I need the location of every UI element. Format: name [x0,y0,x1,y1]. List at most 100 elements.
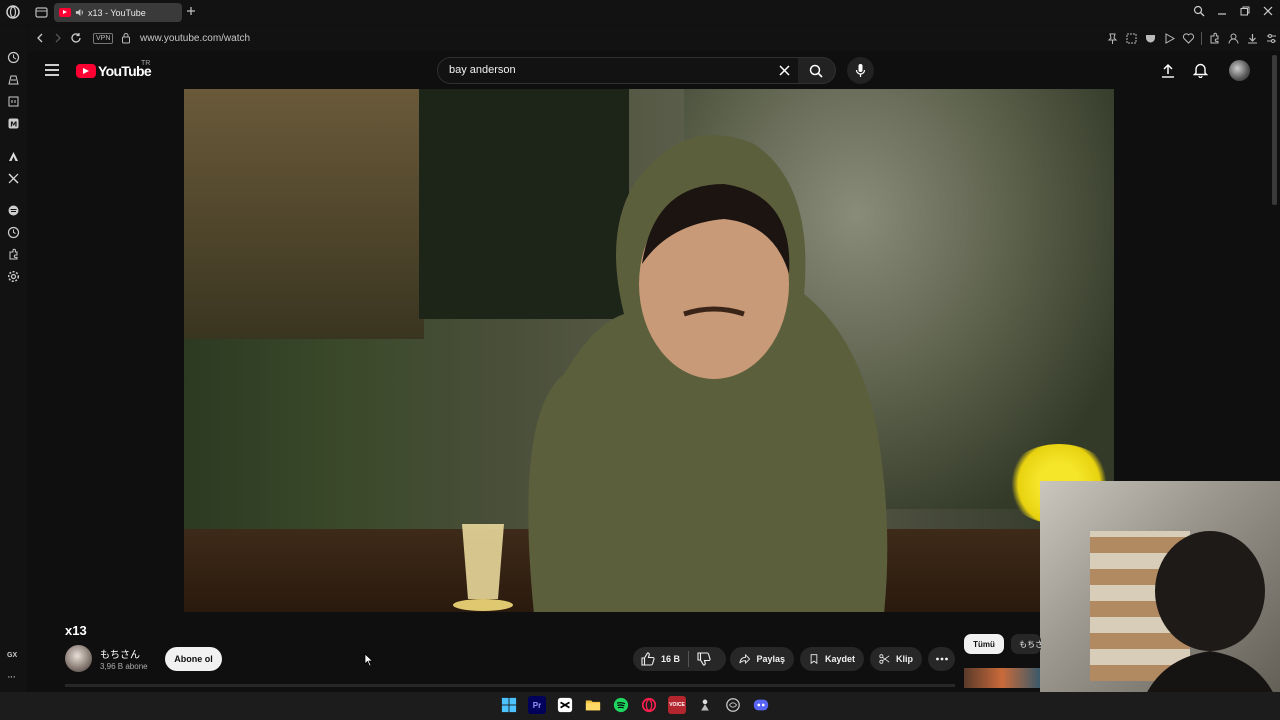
clip-button[interactable]: Klip [870,647,922,671]
webcam-person [1137,531,1280,720]
subscribe-button[interactable]: Abone ol [165,647,222,671]
share-button[interactable]: Paylaş [730,647,794,671]
settings-gear-icon[interactable] [7,270,20,283]
gx-control-icon[interactable] [7,51,20,64]
save-button[interactable]: Kaydet [800,647,864,671]
download-icon[interactable] [1246,32,1259,45]
browser-sidebar: M GX ··· [0,26,27,693]
account-avatar[interactable] [1229,60,1250,81]
tab-manager-icon[interactable] [35,6,48,19]
close-window-icon[interactable] [1262,5,1274,17]
like-button[interactable]: 16 B [641,652,680,666]
twitch-icon[interactable] [7,95,20,108]
file-explorer-icon[interactable] [584,696,602,714]
opera-gx-taskbar-icon[interactable] [640,696,658,714]
easy-setup-icon[interactable] [1265,32,1278,45]
vpn-badge[interactable]: VPN [93,33,114,44]
extensions-icon[interactable] [1208,32,1221,45]
video-player[interactable] [184,89,1114,612]
subscriber-count: 3,96 B abone [100,662,148,671]
region-code: TR [141,60,151,67]
profile-icon[interactable] [1227,32,1240,45]
more-actions-button[interactable] [928,647,955,671]
extensions-sidebar-icon[interactable] [7,248,20,261]
music-player-icon[interactable] [7,204,20,217]
restore-icon[interactable] [1239,5,1251,17]
lock-icon[interactable] [121,32,131,44]
search-query[interactable]: bay anderson [449,64,516,76]
forward-icon[interactable] [52,32,64,44]
scissors-icon [879,654,890,664]
video-frame-window [184,89,424,339]
share-icon [739,653,751,665]
search-tabs-icon[interactable] [1193,5,1205,17]
youtube-favicon-icon [59,8,71,17]
snapshot-icon[interactable] [1125,32,1138,45]
save-label: Kaydet [824,654,855,664]
windows-start-icon[interactable] [500,696,518,714]
description-box-edge[interactable] [65,684,955,687]
video-title: x13 [65,623,87,638]
chip-all[interactable]: Tümü [964,634,1004,654]
dislike-button[interactable] [697,652,711,666]
history-icon[interactable] [7,226,20,239]
upload-icon[interactable] [1161,63,1175,78]
pocket-icon[interactable] [1144,32,1157,45]
browser-tab-bar: x13 - YouTube [0,0,1280,25]
clear-search-icon[interactable] [779,65,790,76]
share-label: Paylaş [756,654,785,664]
discord-icon[interactable] [752,696,770,714]
speaker-icon[interactable] [75,8,84,17]
search-icon [809,64,823,78]
opera-logo-icon[interactable] [6,5,20,19]
search-button[interactable] [798,57,836,84]
pin-icon[interactable] [1106,32,1119,45]
thumbs-up-icon [641,652,655,666]
svg-text:M: M [10,121,17,129]
like-dislike-group: 16 B [633,647,726,671]
play-icon[interactable] [1163,32,1176,45]
youtube-logo[interactable]: YouTube [76,63,152,79]
spotify-icon[interactable] [612,696,630,714]
sidebar-more-button[interactable]: ··· [7,671,16,683]
minimize-icon[interactable] [1216,5,1228,17]
tab-title: x13 - YouTube [88,7,146,18]
windows-taskbar: Pr VOICE [0,692,1280,720]
premiere-label: Pr [532,700,542,710]
channel-avatar[interactable] [65,645,92,672]
premiere-pro-icon[interactable]: Pr [528,696,546,714]
app-icon[interactable] [724,696,742,714]
reload-icon[interactable] [70,32,82,44]
capcut-icon[interactable] [556,696,574,714]
thumbs-down-icon [697,652,711,666]
voice-search-button[interactable] [847,57,874,84]
hamburger-menu-icon[interactable] [45,64,59,76]
gx-label[interactable]: GX [7,652,17,659]
x-twitter-icon[interactable] [7,172,20,185]
chip-channel[interactable]: もちさん [1011,634,1041,654]
more-horizontal-icon [935,657,948,661]
back-icon[interactable] [34,32,46,44]
like-divider [688,651,690,667]
video-frame-tea-glass [453,524,513,611]
youtube-play-logo-icon [76,64,96,78]
webcam-overlay [1040,481,1280,720]
voicemeeter-label: VOICE [669,702,685,708]
voicemeeter-icon[interactable]: VOICE [668,696,686,714]
mouse-cursor-icon [364,653,374,667]
new-tab-icon[interactable] [185,5,197,17]
channel-name[interactable]: もちさん [100,646,140,661]
active-tab[interactable]: x13 - YouTube [54,3,182,22]
search-input[interactable]: bay anderson [437,57,799,84]
heart-icon[interactable] [1182,32,1195,45]
notifications-bell-icon[interactable] [1193,62,1208,78]
app-icon[interactable] [696,696,714,714]
gx-corner-icon[interactable] [7,73,20,86]
url-field[interactable]: www.youtube.com/watch [140,33,250,44]
messenger-icon[interactable]: M [7,117,20,130]
recommended-video-thumbnail[interactable] [964,668,1040,688]
microphone-icon [855,63,866,78]
aria-icon[interactable] [7,150,20,163]
page-scrollbar[interactable] [1272,55,1277,205]
like-count: 16 B [661,654,681,664]
